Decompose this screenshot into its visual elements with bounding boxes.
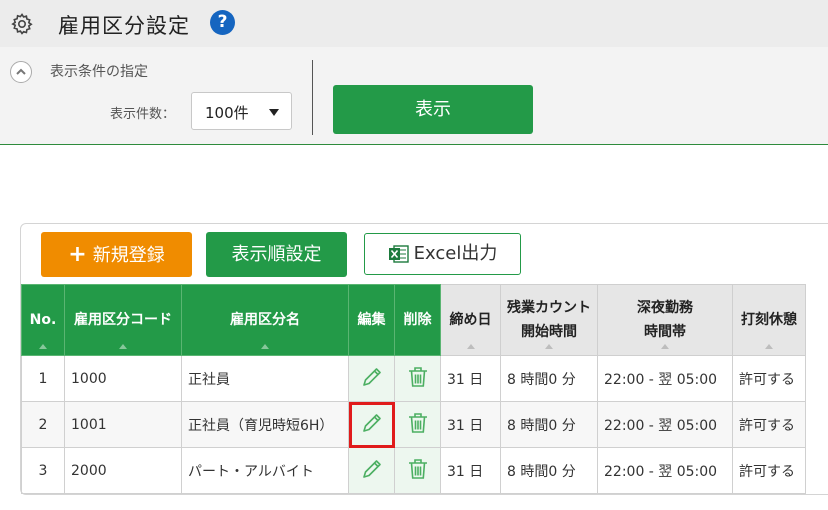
- cell-code: 2000: [64, 447, 182, 494]
- pencil-icon: [362, 367, 381, 386]
- cell-cutoff: 31 日: [440, 401, 501, 448]
- sort-icon: [261, 344, 269, 349]
- table-header-row: No. 雇用区分コード 雇用区分名 編集 削除 締め日 残業カウント 開始時間 深…: [21, 284, 806, 356]
- plus-icon: +: [68, 242, 87, 267]
- excel-icon: [388, 245, 409, 263]
- display-count-label: 表示件数：: [110, 107, 176, 122]
- header-break[interactable]: 打刻休憩: [732, 284, 806, 356]
- caret-down-icon: [269, 109, 279, 116]
- page-title: 雇用区分設定: [58, 14, 190, 38]
- sort-icon: [466, 344, 475, 349]
- cell-code: 1001: [64, 401, 182, 448]
- title-bar: 雇用区分設定 ?: [0, 0, 828, 47]
- header-cutoff[interactable]: 締め日: [440, 284, 501, 356]
- cell-name: 正社員: [181, 355, 349, 402]
- edit-button[interactable]: [348, 447, 395, 494]
- conditions-label[interactable]: 表示条件の指定: [50, 61, 148, 81]
- header-no[interactable]: No.: [21, 284, 65, 356]
- gear-icon[interactable]: [10, 12, 34, 36]
- sort-icon: [545, 344, 553, 349]
- display-count-value: 100件: [205, 104, 249, 122]
- display-order-button[interactable]: 表示順設定: [206, 232, 347, 277]
- cell-no: 2: [21, 401, 65, 448]
- employment-type-table: No. 雇用区分コード 雇用区分名 編集 削除 締め日 残業カウント 開始時間 深…: [21, 284, 806, 494]
- header-night[interactable]: 深夜勤務 時間帯: [597, 284, 733, 356]
- header-name[interactable]: 雇用区分名: [181, 284, 349, 356]
- help-icon[interactable]: ?: [210, 10, 235, 35]
- table-row: 3 2000 パート・アルバイト 31 日 8 時間0 分 22:00 - 翌 …: [21, 447, 806, 494]
- pencil-icon: [362, 413, 381, 432]
- sort-icon: [661, 344, 669, 349]
- delete-button[interactable]: [394, 401, 441, 448]
- excel-export-button[interactable]: Excel出力: [364, 233, 521, 275]
- pencil-icon: [362, 459, 381, 478]
- header-code[interactable]: 雇用区分コード: [64, 284, 182, 356]
- divider: [312, 60, 313, 135]
- cell-no: 1: [21, 355, 65, 402]
- cell-cutoff: 31 日: [440, 447, 501, 494]
- cell-night: 22:00 - 翌 05:00: [597, 401, 733, 448]
- trash-icon: [408, 366, 427, 387]
- table-row: 1 1000 正社員 31 日 8 時間0 分 22:00 - 翌 05:00 …: [21, 355, 806, 402]
- sort-icon: [765, 344, 773, 349]
- display-count-select[interactable]: 100件: [191, 92, 292, 130]
- collapse-toggle[interactable]: [10, 61, 32, 83]
- cell-no: 3: [21, 447, 65, 494]
- cell-overtime: 8 時間0 分: [500, 401, 598, 448]
- cell-overtime: 8 時間0 分: [500, 355, 598, 402]
- cell-cutoff: 31 日: [440, 355, 501, 402]
- cell-break: 許可する: [732, 401, 806, 448]
- excel-export-label: Excel出力: [413, 243, 498, 264]
- conditions-panel: 表示条件の指定 表示件数： 100件 表示: [0, 47, 828, 145]
- cell-name: 正社員（育児時短6H）: [181, 401, 349, 448]
- header-edit: 編集: [348, 284, 395, 356]
- delete-button[interactable]: [394, 447, 441, 494]
- cell-break: 許可する: [732, 447, 806, 494]
- new-register-button[interactable]: + 新規登録: [41, 232, 192, 277]
- sort-icon: [39, 344, 47, 349]
- cell-overtime: 8 時間0 分: [500, 447, 598, 494]
- delete-button[interactable]: [394, 355, 441, 402]
- sort-icon: [119, 344, 127, 349]
- show-button[interactable]: 表示: [333, 85, 533, 134]
- cell-night: 22:00 - 翌 05:00: [597, 447, 733, 494]
- trash-icon: [408, 458, 427, 479]
- edit-button[interactable]: [348, 355, 395, 402]
- header-overtime[interactable]: 残業カウント 開始時間: [500, 284, 598, 356]
- cell-code: 1000: [64, 355, 182, 402]
- chevron-up-icon: [16, 68, 26, 75]
- trash-icon: [408, 412, 427, 433]
- cell-break: 許可する: [732, 355, 806, 402]
- edit-button[interactable]: [348, 401, 395, 448]
- cell-night: 22:00 - 翌 05:00: [597, 355, 733, 402]
- table-row: 2 1001 正社員（育児時短6H） 31 日 8 時間0 分 22:00 - …: [21, 401, 806, 448]
- cell-name: パート・アルバイト: [181, 447, 349, 494]
- header-delete: 削除: [394, 284, 441, 356]
- new-register-label: 新規登録: [92, 245, 165, 266]
